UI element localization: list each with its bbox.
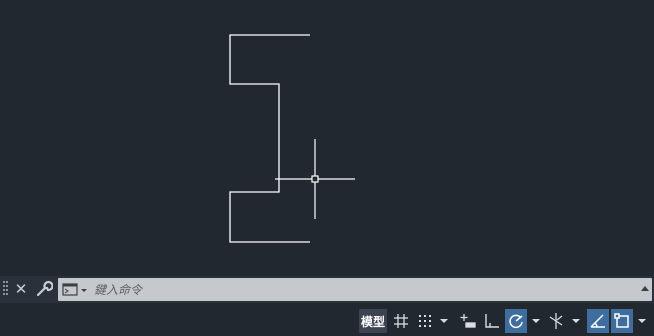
model-tab[interactable]: 模型	[359, 309, 387, 333]
command-input[interactable]	[94, 280, 614, 299]
drawing-canvas[interactable]	[0, 0, 654, 276]
snap-icon[interactable]	[414, 309, 436, 333]
status-bar: 模型	[0, 303, 654, 336]
history-arrow-icon[interactable]	[641, 285, 649, 293]
drawn-polyline[interactable]	[229, 34, 310, 243]
grid-icon[interactable]	[390, 309, 412, 333]
infer-constraints-icon[interactable]	[457, 309, 479, 333]
close-icon[interactable]: ✕	[13, 279, 29, 299]
crosshair-cursor-icon	[275, 139, 355, 219]
isometric-icon[interactable]	[545, 309, 567, 333]
grip-icon[interactable]	[3, 280, 9, 298]
object-snap-tracking-icon[interactable]	[587, 309, 609, 333]
ortho-icon[interactable]	[481, 309, 503, 333]
dropdown-arrow-icon[interactable]	[635, 309, 649, 333]
object-snap-icon[interactable]	[611, 309, 633, 333]
polar-tracking-icon[interactable]	[505, 309, 527, 333]
wrench-icon[interactable]	[35, 280, 53, 298]
dropdown-arrow-icon[interactable]	[529, 309, 543, 333]
command-prompt-icon[interactable]	[61, 281, 91, 298]
dropdown-arrow-icon[interactable]	[437, 309, 451, 333]
dropdown-arrow-icon[interactable]	[569, 309, 583, 333]
command-input-box[interactable]	[58, 278, 652, 301]
command-line-bar: ✕	[0, 276, 654, 303]
